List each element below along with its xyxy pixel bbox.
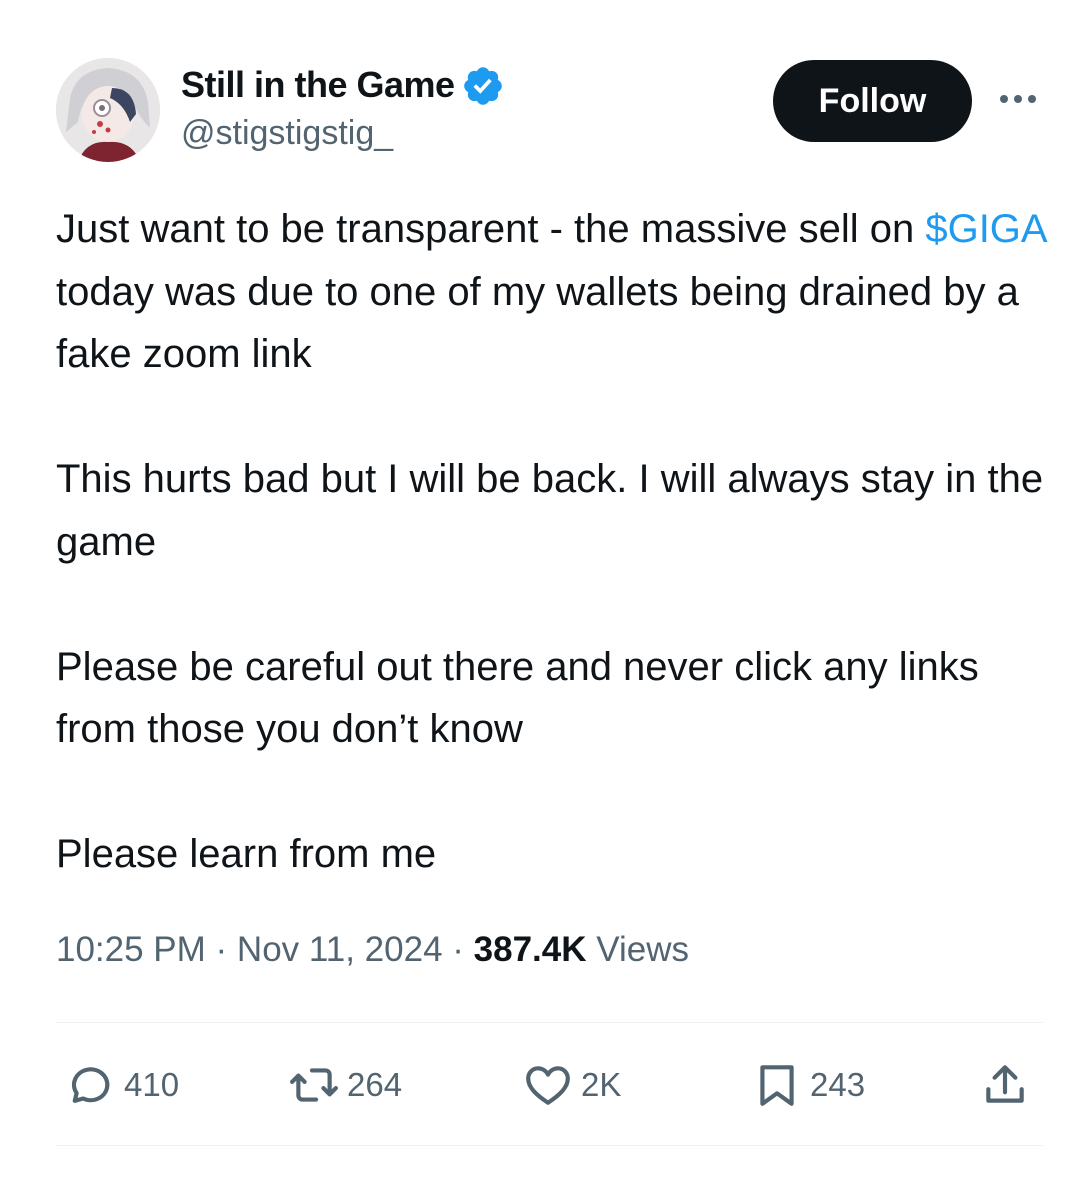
bookmark-icon [760,1065,794,1106]
tweet-paragraph: This hurts bad but I will be back. I wil… [56,457,1044,564]
cashtag-link[interactable]: $GIGA [925,207,1045,251]
meta-separator: · [442,930,474,969]
repost-button[interactable]: 264 [289,1060,402,1110]
views-count: 387.4K [473,930,587,969]
author-handle[interactable]: @stigstigstig_ [181,114,393,153]
tweet-paragraph: Just want to be transparent - the massiv… [56,198,1056,386]
author-display-name[interactable]: Still in the Game [181,64,455,106]
tweet-text-segment: today was due to one of my wallets being… [56,269,1019,377]
bookmark-button[interactable]: 243 [752,1060,865,1110]
avatar-image [56,58,160,162]
tweet-date[interactable]: Nov 11, 2024 [237,930,443,969]
reply-count: 410 [124,1066,180,1103]
share-icon [986,1065,1024,1103]
meta-separator: · [205,930,237,969]
bookmark-count: 243 [810,1066,866,1103]
author-name-row: Still in the Game [181,62,505,108]
reply-button[interactable]: 410 [66,1060,179,1110]
like-count: 2K [581,1066,622,1103]
repost-count: 264 [347,1066,403,1103]
reply-icon [71,1067,110,1103]
follow-button[interactable]: Follow [773,60,972,142]
tweet-time[interactable]: 10:25 PM [56,930,206,969]
share-button[interactable] [980,1060,1038,1110]
like-button[interactable]: 2K [523,1060,621,1110]
tweet-paragraph: Please be careful out there and never cl… [56,644,979,752]
like-icon [526,1066,570,1105]
avatar[interactable] [56,58,160,162]
verified-badge-icon [463,67,502,105]
more-icon[interactable] [996,86,1040,110]
divider-top [56,1022,1043,1023]
views-label: Views [586,930,689,969]
divider-bottom [56,1145,1043,1146]
repost-icon [290,1068,338,1102]
tweet-text: Just want to be transparent - the massiv… [56,198,1056,886]
tweet-paragraph: Please learn from me [56,832,437,876]
tweet-text-segment: Just want to be transparent - the massiv… [56,207,926,251]
tweet-meta: 10:25 PM · Nov 11, 2024 · 387.4K Views [56,930,689,970]
